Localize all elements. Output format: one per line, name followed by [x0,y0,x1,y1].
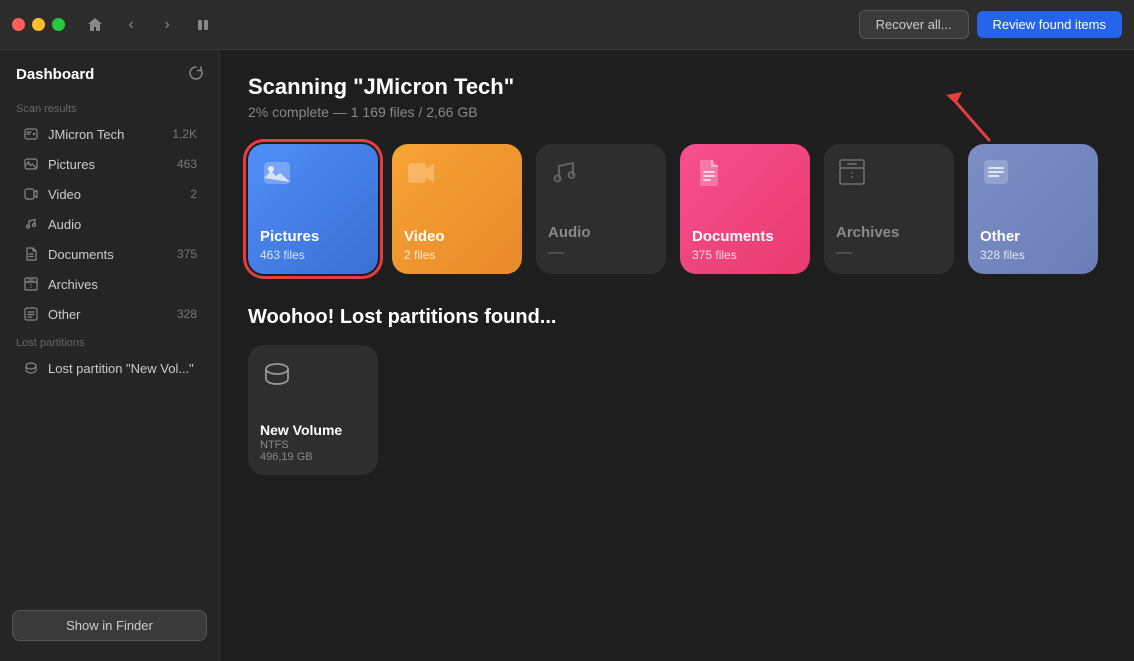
sidebar-item-video[interactable]: Video 2 [6,180,213,208]
documents-card-icon [694,158,722,193]
scan-results-label: Scan results [0,95,219,119]
card-video[interactable]: Video 2 files [392,144,522,274]
traffic-lights [12,18,65,31]
video-count: 2 [190,187,197,201]
scan-title: Scanning "JMicron Tech" [248,74,1106,100]
archives-icon [22,275,40,293]
video-card-name: Video [404,228,510,246]
pictures-icon [22,155,40,173]
documents-card-name: Documents [692,228,798,246]
card-pictures[interactable]: Pictures 463 files [248,144,378,274]
sidebar-item-documents[interactable]: Documents 375 [6,240,213,268]
scan-subtitle: 2% complete — 1 169 files / 2,66 GB [248,104,1106,120]
other-count: 328 [177,307,197,321]
pictures-card-icon [262,158,292,195]
card-new-volume[interactable]: New Volume NTFS 496,19 GB [248,345,378,475]
main-layout: Dashboard Scan results [0,50,1134,661]
sidebar-item-archives[interactable]: Archives [6,270,213,298]
card-audio[interactable]: Audio — [536,144,666,274]
other-card-icon [982,158,1010,193]
video-label: Video [48,187,190,202]
pictures-card-count: 463 files [260,248,366,262]
documents-label: Documents [48,247,177,262]
documents-count: 375 [177,247,197,261]
show-in-finder-button[interactable]: Show in Finder [12,610,207,641]
close-button[interactable] [12,18,25,31]
documents-icon [22,245,40,263]
audio-card-icon [550,158,578,193]
other-icon [22,305,40,323]
review-found-items-button[interactable]: Review found items [977,11,1122,38]
partition-name: New Volume [260,422,366,438]
pictures-label: Pictures [48,157,177,172]
audio-label: Audio [48,217,197,232]
window: ‹ › Recover all... Review found items Da… [0,0,1134,661]
lost-partitions-title: Woohoo! Lost partitions found... [248,306,1106,329]
other-label: Other [48,307,177,322]
lost-partitions-label: Lost partitions [0,329,219,353]
audio-icon [22,215,40,233]
archives-card-count: — [836,244,942,262]
recover-all-button[interactable]: Recover all... [859,10,969,39]
refresh-icon [189,66,203,83]
sidebar-item-other[interactable]: Other 328 [6,300,213,328]
minimize-button[interactable] [32,18,45,31]
lost-partitions-section: Woohoo! Lost partitions found... New Vol… [248,306,1106,475]
other-card-name: Other [980,228,1086,246]
other-card-count: 328 files [980,248,1086,262]
jmicron-label: JMicron Tech [48,127,172,142]
sidebar-item-audio[interactable]: Audio [6,210,213,238]
forward-button[interactable]: › [153,11,181,39]
partition-size: 496,19 GB [260,451,366,463]
card-other[interactable]: Other 328 files [968,144,1098,274]
sidebar-header: Dashboard [0,62,219,95]
cards-grid: Pictures 463 files Video 2 files [248,144,1106,274]
audio-card-name: Audio [548,224,654,242]
documents-card-count: 375 files [692,248,798,262]
video-icon [22,185,40,203]
pictures-count: 463 [177,157,197,171]
partition-drive-icon [262,359,292,394]
lost-partition-label: Lost partition "New Vol..." [48,361,197,376]
sidebar-item-jmicron[interactable]: JMicron Tech 1,2K [6,120,213,148]
archives-card-name: Archives [836,224,942,242]
titlebar: ‹ › Recover all... Review found items [0,0,1134,50]
jmicron-count: 1,2K [172,127,197,141]
video-card-count: 2 files [404,248,510,262]
video-card-icon [406,158,436,195]
archives-label: Archives [48,277,197,292]
lost-partition-icon [22,359,40,377]
drive-icon [22,125,40,143]
card-archives[interactable]: Archives — [824,144,954,274]
maximize-button[interactable] [52,18,65,31]
audio-card-count: — [548,244,654,262]
card-documents[interactable]: Documents 375 files [680,144,810,274]
sidebar-item-pictures[interactable]: Pictures 463 [6,150,213,178]
back-button[interactable]: ‹ [117,11,145,39]
sidebar: Dashboard Scan results [0,50,220,661]
sidebar-item-lost-partition[interactable]: Lost partition "New Vol..." [6,354,213,382]
archives-card-icon [838,158,866,193]
content-area: Scanning "JMicron Tech" 2% complete — 1 … [220,50,1134,661]
pictures-card-name: Pictures [260,228,366,246]
pause-button[interactable] [189,11,217,39]
partition-fs: NTFS [260,439,366,451]
home-button[interactable] [81,11,109,39]
dashboard-title: Dashboard [16,66,94,83]
